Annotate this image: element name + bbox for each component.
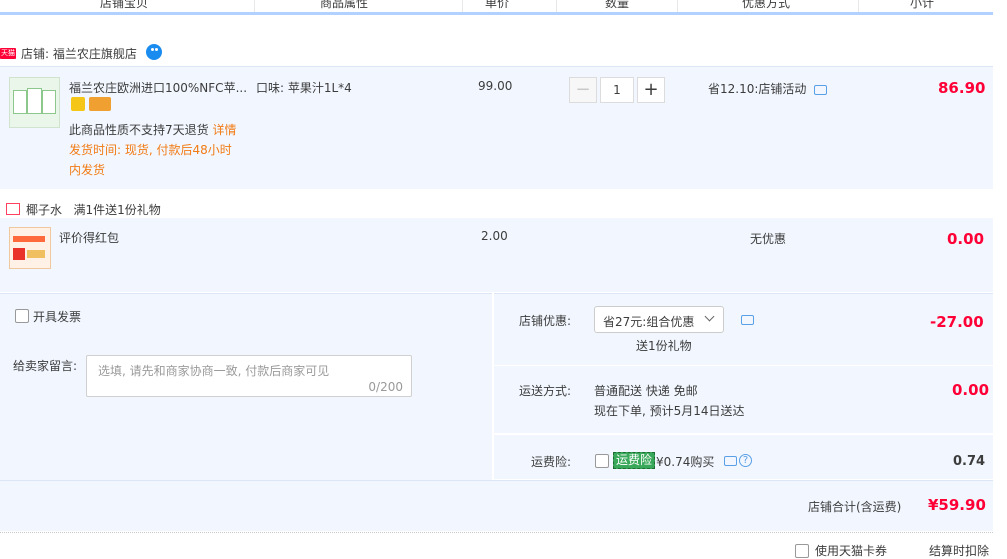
- col-discount: 优惠方式: [742, 0, 791, 10]
- discount-info-icon[interactable]: [741, 315, 754, 325]
- col-price: 单价: [485, 0, 510, 10]
- col-subtotal: 小计: [910, 0, 935, 10]
- return-policy-note: 此商品性质不支持7天退货 详情: [69, 123, 237, 137]
- quantity-input[interactable]: 1: [600, 77, 634, 103]
- gift-note: 送1份礼物: [636, 339, 692, 353]
- chevron-down-icon: [704, 311, 715, 322]
- coupon-checkbox[interactable]: [795, 544, 809, 558]
- coupon-label: 使用天猫卡券: [815, 544, 888, 558]
- header-underline: [0, 12, 993, 15]
- gift-promo: 椰子水 满1件送1份礼物: [26, 203, 161, 217]
- delivery-eta: 现在下单, 预计5月14日送达: [594, 404, 745, 418]
- delivery-amount: 0.00: [952, 381, 990, 399]
- decrease-button[interactable]: −: [569, 77, 597, 103]
- unit-price: 99.00: [478, 79, 513, 93]
- item-subtotal: 86.90: [938, 79, 986, 97]
- shop-discount-amount: -27.00: [930, 313, 984, 331]
- invoice-checkbox[interactable]: [15, 309, 29, 323]
- insurance-chat-icon[interactable]: [724, 456, 737, 466]
- delivery-label: 运送方式:: [519, 384, 572, 398]
- shop-name-link[interactable]: 店铺: 福兰农庄旗舰店: [21, 45, 137, 62]
- product-props: 口味: 苹果汁1L*4: [256, 81, 352, 95]
- delivery-panel: [494, 366, 993, 433]
- shop-total-label: 店铺合计(含运费): [808, 500, 902, 514]
- col-qty: 数量: [605, 0, 630, 10]
- product-thumbnail[interactable]: [9, 77, 60, 128]
- delivery-method: 普通配送 快递 免邮: [594, 384, 698, 398]
- divider: [0, 532, 993, 534]
- unit-price: 2.00: [481, 229, 508, 243]
- ship-time-line1: 发货时间: 现货, 付款后48小时: [69, 143, 232, 157]
- help-icon[interactable]: ?: [739, 454, 752, 467]
- shop-discount-panel: [494, 293, 993, 365]
- service-tag-icon[interactable]: [71, 97, 85, 111]
- message-placeholder: 选填, 请先和商家协商一致, 付款后商家可见: [98, 364, 330, 378]
- discount-text: 省12.10:店铺活动: [708, 82, 807, 96]
- details-link[interactable]: 详情: [212, 123, 236, 137]
- product-title-link[interactable]: 福兰农庄欧洲进口100%NFC苹...: [69, 79, 249, 96]
- ship-time-line2: 内发货: [69, 163, 106, 177]
- shop-discount-selected: 省27元:组合优惠: [603, 315, 695, 329]
- shop-discount-label: 店铺优惠:: [519, 314, 572, 328]
- message-counter: 0/200: [368, 380, 403, 394]
- col-item: 店铺宝贝: [100, 0, 149, 10]
- invoice-label: 开具发票: [33, 310, 82, 324]
- tmall-badge: 天猫: [0, 48, 16, 59]
- discount-text: 无优惠: [750, 232, 787, 246]
- increase-button[interactable]: +: [637, 77, 665, 103]
- discount-info-icon[interactable]: [814, 85, 827, 95]
- message-label: 给卖家留言:: [13, 359, 78, 373]
- insurance-checkbox[interactable]: [595, 454, 609, 468]
- col-props: 商品属性: [320, 0, 369, 10]
- card-tag-icon[interactable]: [89, 97, 111, 111]
- insurance-badge: 运费险: [613, 452, 656, 469]
- shop-discount-select[interactable]: 省27元:组合优惠: [594, 306, 724, 333]
- seller-message-field[interactable]: 选填, 请先和商家协商一致, 付款后商家可见 0/200: [86, 355, 412, 397]
- deduct-label: 结算时扣除: [929, 544, 990, 558]
- shop-total-amount: ¥59.90: [928, 496, 986, 514]
- insurance-amount: 0.74: [953, 454, 986, 469]
- product-title-link[interactable]: 评价得红包: [59, 229, 119, 246]
- insurance-label: 运费险:: [531, 455, 572, 469]
- gift-icon: [6, 203, 20, 215]
- wangwang-chat-icon[interactable]: [146, 44, 162, 60]
- item-subtotal: 0.00: [947, 230, 985, 248]
- coupon-thumbnail[interactable]: [9, 227, 51, 269]
- insurance-price: ¥0.74购买: [656, 455, 715, 469]
